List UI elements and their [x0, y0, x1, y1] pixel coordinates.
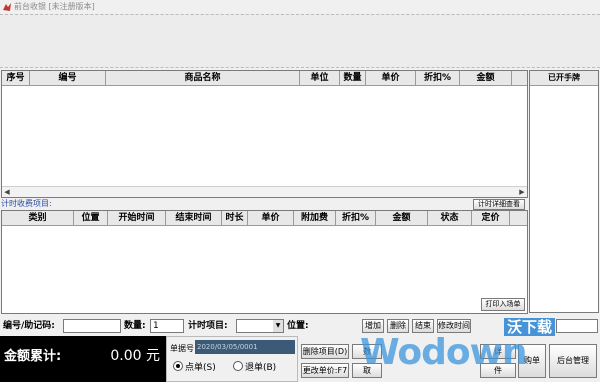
chevron-down-icon[interactable]: ▼ — [273, 320, 283, 332]
horizontal-scrollbar[interactable]: ◀ ▶ — [2, 186, 527, 197]
qty-label: 数量: — [124, 321, 146, 331]
col-unit-price[interactable]: 单价 — [248, 211, 294, 225]
delete-item-button[interactable]: 删除项目(D) — [301, 344, 349, 359]
product-table[interactable]: 序号 编号 商品名称 单位 数量 单价 折扣% 金额 ◀ ▶ — [1, 70, 528, 198]
code-input[interactable] — [63, 319, 121, 333]
col-category[interactable]: 类别 — [2, 211, 74, 225]
radio-off-icon[interactable] — [233, 361, 243, 371]
col-status[interactable]: 状态 — [428, 211, 472, 225]
window-title: 前台收银 [未注册版本] — [14, 2, 95, 11]
col-pricing[interactable]: 定价 — [472, 211, 510, 225]
print-ticket-button[interactable]: 打印入场单 — [481, 298, 525, 311]
radio-order-mode[interactable]: 点单(S) — [173, 361, 216, 374]
scroll-left-icon[interactable]: ◀ — [2, 187, 12, 197]
timed-table[interactable]: 类别 位置 开始时间 结束时间 时长 单价 附加费 折扣% 金额 状态 定价 — [1, 210, 528, 314]
app-icon — [2, 2, 12, 12]
qty-input[interactable]: 1 — [150, 319, 184, 333]
col-surcharge[interactable]: 附加费 — [294, 211, 336, 225]
radio-return-label: 退单(B) — [245, 363, 277, 373]
order-no-label: 单据号 — [170, 344, 194, 353]
hand-tag-label: 牌 — [542, 321, 552, 331]
code-label: 编号/助记码: — [3, 321, 55, 331]
col-price[interactable]: 单价 — [366, 71, 416, 85]
order-panel: 单据号 2020/03/05/0001 点单(S) 退单(B) — [166, 336, 298, 382]
timed-item-label: 计时项目: — [188, 321, 228, 331]
col-unit[interactable]: 单位 — [300, 71, 340, 85]
col-timed-discount[interactable]: 折扣% — [336, 211, 376, 225]
scroll-right-icon[interactable]: ▶ — [517, 187, 527, 197]
open-hand-tags-panel[interactable]: 已开手牌 — [529, 70, 599, 313]
checkout-button[interactable]: 购单 — [518, 344, 546, 378]
timed-section-label: 计时收费项目: — [1, 199, 52, 208]
end-button[interactable]: 结束 — [412, 319, 434, 333]
radio-return-mode[interactable]: 退单(B) — [233, 361, 276, 374]
entry-row: 编号/助记码: 数量: 1 计时项目: ▼ 位置: 增加 删除 结束 修改时间 … — [0, 316, 600, 336]
total-value: 0.00 元 — [110, 348, 160, 364]
btn-b[interactable]: 取 — [352, 363, 382, 378]
edit-time-button[interactable]: 修改时间 — [437, 319, 471, 333]
btn-a[interactable]: 数 — [352, 344, 382, 359]
col-duration[interactable]: 时长 — [222, 211, 248, 225]
col-timed-amount[interactable]: 金额 — [376, 211, 428, 225]
order-no-value: 2020/03/05/0001 — [195, 340, 295, 354]
col-discount[interactable]: 折扣% — [416, 71, 460, 85]
col-start-time[interactable]: 开始时间 — [108, 211, 166, 225]
change-price-button[interactable]: 更改单价:F7 — [301, 363, 349, 378]
timed-item-select[interactable]: ▼ — [236, 319, 284, 333]
col-position[interactable]: 位置 — [74, 211, 108, 225]
hand-tag-input[interactable] — [556, 319, 598, 333]
total-label: 金额累计: — [4, 349, 62, 364]
btn-c[interactable]: 详 — [480, 344, 516, 359]
radio-on-icon[interactable] — [173, 361, 183, 371]
radio-order-label: 点单(S) — [185, 363, 216, 373]
col-code[interactable]: 编号 — [30, 71, 106, 85]
product-table-header: 序号 编号 商品名称 单位 数量 单价 折扣% 金额 — [2, 71, 527, 86]
col-product-name[interactable]: 商品名称 — [106, 71, 300, 85]
delete-button[interactable]: 删除 — [387, 319, 409, 333]
top-banner-area — [0, 14, 600, 68]
btn-d[interactable]: 件 — [480, 363, 516, 378]
side-panel-title: 已开手牌 — [530, 71, 598, 86]
timed-table-header: 类别 位置 开始时间 结束时间 时长 单价 附加费 折扣% 金额 状态 定价 — [2, 211, 527, 226]
col-amount[interactable]: 金额 — [460, 71, 512, 85]
col-index[interactable]: 序号 — [2, 71, 30, 85]
col-end-time[interactable]: 结束时间 — [166, 211, 222, 225]
col-qty[interactable]: 数量 — [340, 71, 366, 85]
total-amount-panel: 金额累计: 0.00 元 — [0, 336, 166, 382]
title-bar: 前台收银 [未注册版本] — [0, 0, 600, 14]
admin-button[interactable]: 后台管理 — [549, 344, 597, 378]
add-button[interactable]: 增加 — [362, 319, 384, 333]
timed-details-button[interactable]: 计时详细查看 — [473, 199, 525, 210]
position-label: 位置: — [287, 321, 309, 331]
